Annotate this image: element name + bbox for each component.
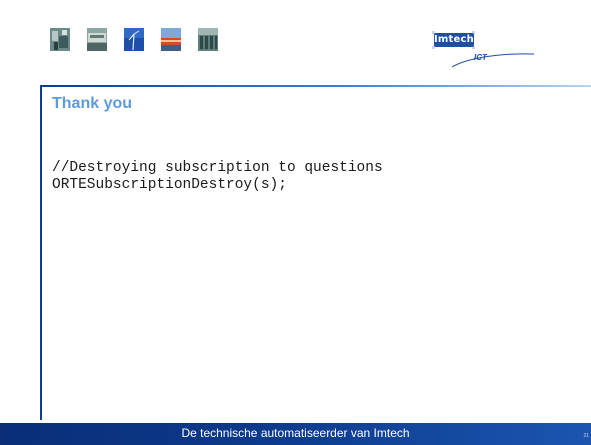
footer-bar: De technische automatiseerder van Imtech…: [0, 423, 591, 445]
office-building-photo-thumbnail: [198, 28, 218, 51]
logo-sub: ICT: [474, 53, 487, 62]
train-photo-thumbnail: [161, 28, 181, 51]
left-divider: [40, 85, 42, 420]
code-line: ORTESubscriptionDestroy(s);: [52, 177, 287, 193]
slide: Imtech ICT Thank you //Destroying subscr…: [0, 0, 591, 445]
wind-turbine-photo-thumbnail: [124, 28, 144, 51]
slide-title: Thank you: [52, 95, 133, 112]
footer-tagline: De technische automatiseerder van Imtech: [181, 426, 410, 440]
header-divider: [40, 85, 591, 87]
imtech-ict-logo: Imtech ICT: [424, 27, 544, 71]
industrial-photo-thumbnail: [50, 28, 70, 51]
page-number: 21: [583, 433, 589, 439]
logo-brand: Imtech: [434, 33, 474, 47]
code-line: //Destroying subscription to questions: [52, 160, 383, 176]
building-photo-thumbnail: [87, 28, 107, 51]
code-block: //Destroying subscription to questions OR…: [52, 160, 383, 194]
